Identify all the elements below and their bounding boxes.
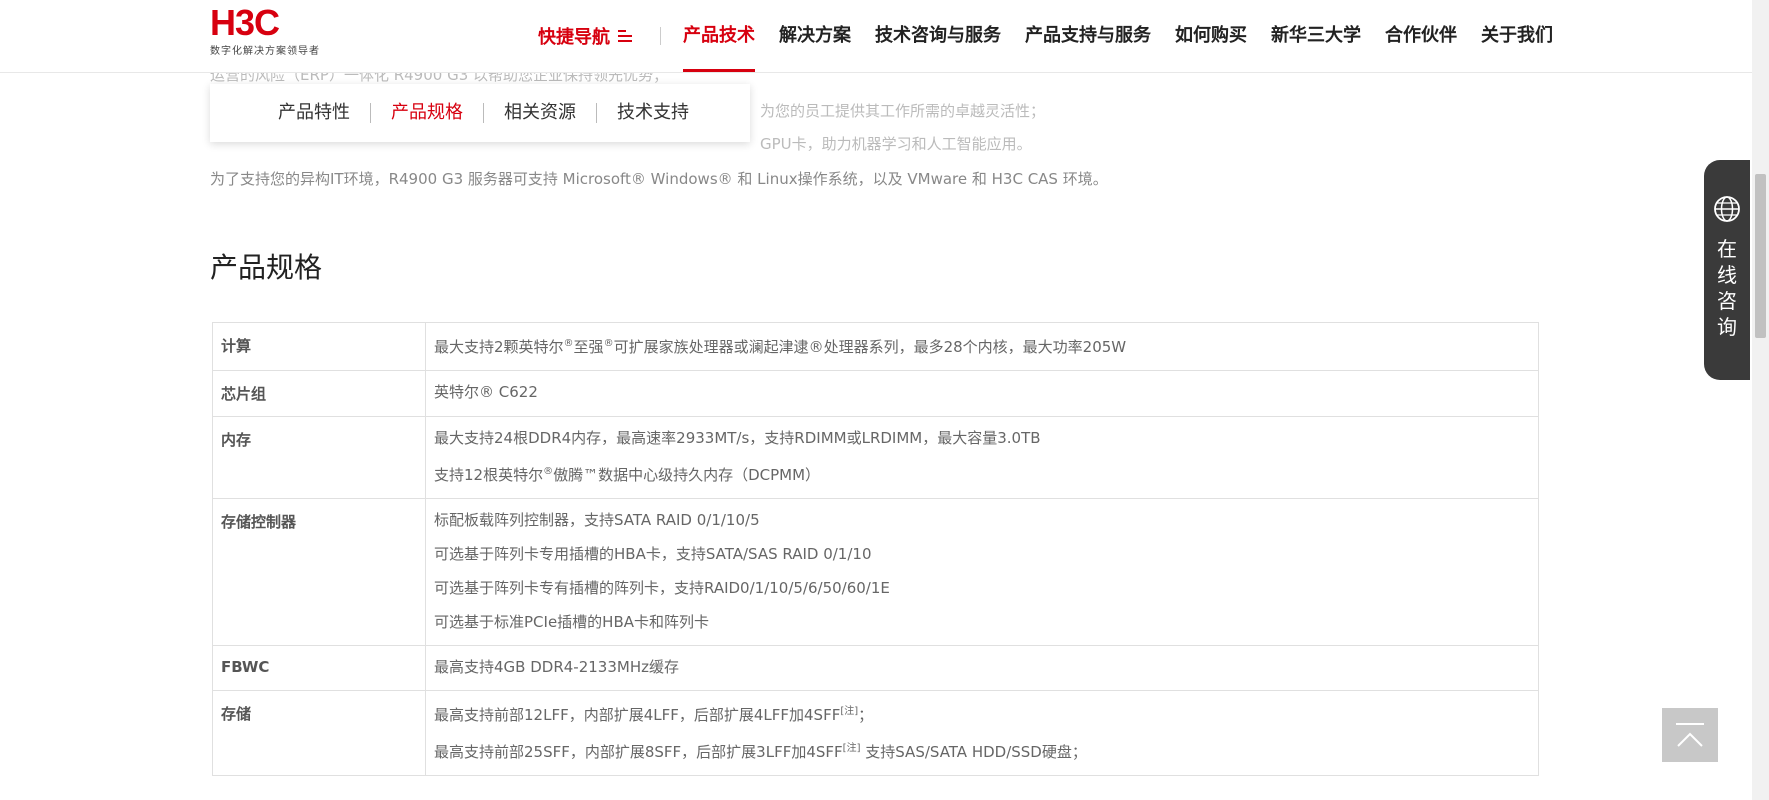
registered-mark: ® xyxy=(603,338,614,349)
table-row: 内存 最大支持24根DDR4内存，最高速率2933MT/s，支持RDIMM或LR… xyxy=(212,416,1539,499)
footnote-mark: [注] xyxy=(842,743,861,754)
spec-text: 至强 xyxy=(573,338,604,356)
globe-icon xyxy=(1714,196,1740,222)
back-to-top-button[interactable] xyxy=(1662,708,1718,762)
chevron-up-icon xyxy=(1676,723,1704,747)
spec-value: 最大支持24根DDR4内存，最高速率2933MT/s，支持RDIMM或LRDIM… xyxy=(425,416,1539,499)
spec-line: 最大支持2颗英特尔®至强®可扩展家族处理器或澜起津逮®处理器系列，最多28个内核… xyxy=(434,327,1530,364)
online-consult-button[interactable]: 在线咨询 xyxy=(1704,160,1750,380)
nav-products-tech[interactable]: 产品技术 xyxy=(683,0,755,72)
spec-text: 最高支持前部12LFF，内部扩展4LFF，后部扩展4LFF加4SFF xyxy=(434,706,841,724)
nav-product-support[interactable]: 产品支持与服务 xyxy=(1025,0,1151,72)
spec-text: 支持12根英特尔 xyxy=(434,466,544,484)
nav-consulting-services[interactable]: 技术咨询与服务 xyxy=(875,0,1001,72)
spec-line: 英特尔® C622 xyxy=(434,383,538,401)
subnav-tech-support[interactable]: 技术支持 xyxy=(597,103,709,123)
nav-how-to-buy[interactable]: 如何购买 xyxy=(1175,0,1247,72)
spec-label: FBWC xyxy=(212,645,426,691)
logo-tagline: 数字化解决方案领导者 xyxy=(210,46,320,57)
consult-label: 在线咨询 xyxy=(1717,237,1737,339)
spec-line: 标配板载阵列控制器，支持SATA RAID 0/1/10/5 xyxy=(434,511,760,529)
table-row: 存储 最高支持前部12LFF，内部扩展4LFF，后部扩展4LFF加4SFF[注]… xyxy=(212,690,1539,776)
nav-h3c-university[interactable]: 新华三大学 xyxy=(1271,0,1361,72)
intro-line: 为了支持您的异构IT环境，R4900 G3 服务器可支持 Microsoft® … xyxy=(210,170,1108,188)
spec-text: 傲腾™数据中心级持久内存（DCPMM） xyxy=(553,466,821,484)
table-row: 计算 最大支持2颗英特尔®至强®可扩展家族处理器或澜起津逮®处理器系列，最多28… xyxy=(212,322,1539,371)
spec-value: 最高支持4GB DDR4-2133MHz缓存 xyxy=(425,645,1539,691)
spec-value: 最高支持前部12LFF，内部扩展4LFF，后部扩展4LFF加4SFF[注]； 最… xyxy=(425,690,1539,776)
intro-line: GPU卡，助力机器学习和人工智能应用。 xyxy=(760,135,1032,153)
spec-value: 英特尔® C622 xyxy=(425,370,1539,417)
spec-text: 支持SAS/SATA HDD/SSD硬盘； xyxy=(860,743,1087,761)
quick-nav-label: 快捷导航 xyxy=(538,27,610,48)
spec-text: 最高支持前部25SFF，内部扩展8SFF，后部扩展3LFF加4SFF xyxy=(434,743,843,761)
site-header: H3C 数字化解决方案领导者 快捷导航 产品技术 解决方案 技术咨询与服务 产品… xyxy=(0,0,1752,73)
spec-line: 最高支持4GB DDR4-2133MHz缓存 xyxy=(434,658,679,676)
spec-label: 内存 xyxy=(212,416,426,499)
spec-label: 存储控制器 xyxy=(212,498,426,646)
spec-text: 最大支持2颗英特尔 xyxy=(434,338,564,356)
main-nav: 快捷导航 产品技术 解决方案 技术咨询与服务 产品支持与服务 如何购买 新华三大… xyxy=(538,0,1577,72)
spec-line: 支持12根英特尔®傲腾™数据中心级持久内存（DCPMM） xyxy=(434,455,1530,492)
quick-nav-button[interactable]: 快捷导航 xyxy=(538,0,632,72)
table-row: FBWC 最高支持4GB DDR4-2133MHz缓存 xyxy=(212,645,1539,691)
table-row: 存储控制器 标配板载阵列控制器，支持SATA RAID 0/1/10/5 可选基… xyxy=(212,498,1539,646)
scroll-thumb[interactable] xyxy=(1755,174,1766,338)
spec-value: 最大支持2颗英特尔®至强®可扩展家族处理器或澜起津逮®处理器系列，最多28个内核… xyxy=(425,322,1539,371)
nav-divider xyxy=(660,27,661,45)
spec-line: 可选基于阵列卡专有插槽的阵列卡，支持RAID0/1/10/5/6/50/60/1… xyxy=(434,579,890,597)
page-scrollbar[interactable] xyxy=(1752,0,1769,800)
spec-line: 可选基于标准PCIe插槽的HBA卡和阵列卡 xyxy=(434,613,710,631)
spec-line: 最高支持前部25SFF，内部扩展8SFF，后部扩展3LFF加4SFF[注] 支持… xyxy=(434,732,1530,769)
spec-label: 存储 xyxy=(212,690,426,776)
nav-about-us[interactable]: 关于我们 xyxy=(1481,0,1553,72)
spec-line: 最高支持前部12LFF，内部扩展4LFF，后部扩展4LFF加4SFF[注]； xyxy=(434,695,1530,732)
nav-partners[interactable]: 合作伙伴 xyxy=(1385,0,1457,72)
spec-line: 最大支持24根DDR4内存，最高速率2933MT/s，支持RDIMM或LRDIM… xyxy=(434,429,1041,447)
subnav-resources[interactable]: 相关资源 xyxy=(484,103,597,123)
spec-label: 计算 xyxy=(212,322,426,371)
spec-table: 计算 最大支持2颗英特尔®至强®可扩展家族处理器或澜起津逮®处理器系列，最多28… xyxy=(212,322,1539,776)
spec-label: 芯片组 xyxy=(212,370,426,417)
subnav-specs[interactable]: 产品规格 xyxy=(371,103,484,123)
section-title: 产品规格 xyxy=(210,251,323,284)
registered-mark: ® xyxy=(543,466,554,477)
menu-icon xyxy=(618,30,632,42)
footnote-mark: [注] xyxy=(840,706,859,717)
intro-line: 为您的员工提供其工作所需的卓越灵活性； xyxy=(760,102,1046,120)
spec-value: 标配板载阵列控制器，支持SATA RAID 0/1/10/5 可选基于阵列卡专用… xyxy=(425,498,1539,646)
logo-mark: H3C xyxy=(210,2,280,43)
h3c-logo[interactable]: H3C 数字化解决方案领导者 xyxy=(210,4,330,58)
nav-solutions[interactable]: 解决方案 xyxy=(779,0,851,72)
registered-mark: ® xyxy=(563,338,574,349)
product-subnav: 产品特性 产品规格 相关资源 技术支持 xyxy=(210,84,750,142)
table-row: 芯片组 英特尔® C622 xyxy=(212,370,1539,417)
spec-text: 可扩展家族处理器或澜起津逮®处理器系列，最多28个内核，最大功率205W xyxy=(613,338,1127,356)
subnav-features[interactable]: 产品特性 xyxy=(278,103,371,123)
spec-text: ； xyxy=(858,706,874,724)
spec-line: 可选基于阵列卡专用插槽的HBA卡，支持SATA/SAS RAID 0/1/10 xyxy=(434,545,872,563)
